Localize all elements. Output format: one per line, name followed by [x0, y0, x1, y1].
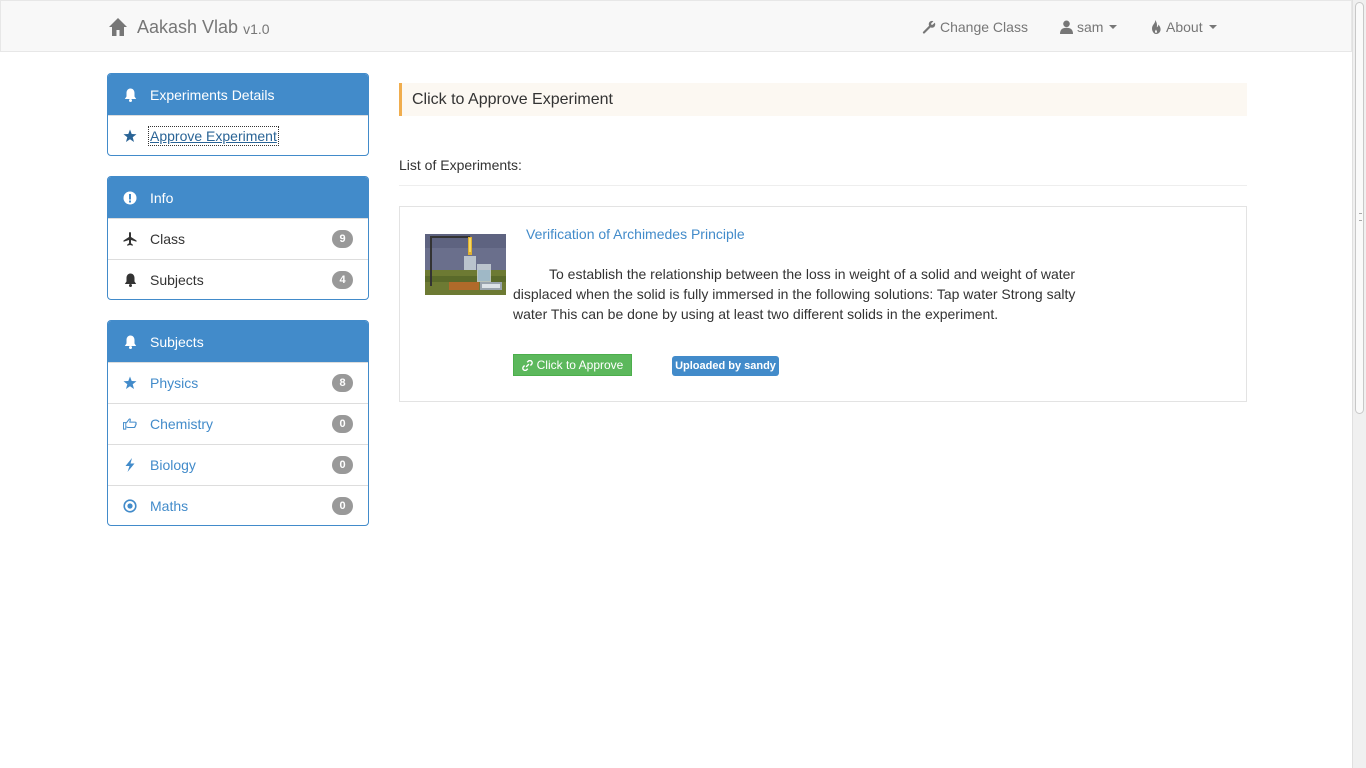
change-class-label: Change Class — [940, 19, 1028, 35]
experiment-card: Verification of Archimedes Principle To … — [399, 206, 1247, 402]
sidebar-item-label: Class — [150, 231, 186, 247]
count-badge: 0 — [332, 415, 353, 433]
about-label: About — [1166, 19, 1203, 35]
fire-icon — [1152, 20, 1161, 34]
brand-version: v1.0 — [243, 21, 270, 37]
bell-icon — [123, 273, 137, 287]
wrench-icon — [922, 20, 936, 34]
caret-down-icon — [1109, 25, 1118, 29]
experiment-description: To establish the relationship between th… — [513, 266, 1076, 322]
change-class-link[interactable]: Change Class — [922, 1, 1028, 53]
star-icon — [123, 376, 137, 390]
sidebar-item-biology[interactable]: Biology 0 — [108, 444, 368, 485]
page-alert: Click to Approve Experiment — [399, 83, 1247, 116]
info-panel: Info Class 9 Subjects 4 — [107, 176, 369, 300]
experiment-thumbnail — [425, 234, 506, 295]
link-icon — [521, 359, 533, 371]
panel-heading-label: Info — [150, 189, 174, 206]
approve-button-label: Click to Approve — [536, 358, 624, 372]
record-icon — [123, 499, 137, 513]
home-icon — [109, 18, 127, 36]
count-badge: 0 — [332, 456, 353, 474]
about-menu[interactable]: About — [1150, 1, 1217, 53]
count-badge: 0 — [332, 497, 353, 515]
navbar: Aakash Vlab v1.0 Change Class sam About — [0, 0, 1352, 52]
plane-icon — [123, 232, 137, 246]
count-badge: 9 — [332, 230, 353, 248]
sidebar-item-label: Maths — [150, 498, 189, 514]
panel-heading-label: Experiments Details — [150, 86, 275, 103]
sidebar-item-label: Biology — [150, 457, 196, 473]
caret-down-icon — [1208, 25, 1217, 29]
exclamation-sign-icon — [123, 191, 137, 205]
sidebar-item-class[interactable]: Class 9 — [108, 218, 368, 259]
sidebar-item-approve-experiment[interactable]: Approve Experiment — [108, 115, 368, 155]
sidebar-item-label: Subjects — [150, 272, 204, 288]
vertical-scrollbar[interactable] — [1352, 0, 1366, 768]
experiments-details-panel: Experiments Details Approve Experiment — [107, 73, 369, 156]
sidebar-item-physics[interactable]: Physics 8 — [108, 362, 368, 403]
hand-right-icon — [123, 417, 137, 431]
user-label: sam — [1077, 19, 1104, 35]
sidebar-item-maths[interactable]: Maths 0 — [108, 485, 368, 525]
count-badge: 8 — [332, 374, 353, 392]
experiment-title-link[interactable]: Verification of Archimedes Principle — [526, 226, 745, 242]
panel-heading-subjects: Subjects — [108, 321, 368, 362]
scrollbar-thumb[interactable] — [1355, 2, 1364, 414]
subjects-panel: Subjects Physics 8 Chemistry 0 Biology 0… — [107, 320, 369, 526]
bell-icon — [123, 88, 137, 102]
sidebar-item-chemistry[interactable]: Chemistry 0 — [108, 403, 368, 444]
sidebar-item-subjects[interactable]: Subjects 4 — [108, 259, 368, 299]
bell-icon — [123, 335, 137, 349]
list-title: List of Experiments: — [399, 157, 522, 173]
scrollbar-grip — [1359, 213, 1362, 221]
divider — [399, 185, 1247, 186]
uploaded-by-label: Uploaded by sandy — [672, 356, 779, 376]
sidebar-item-label: Approve Experiment — [148, 126, 279, 146]
brand-name: Aakash Vlab — [137, 16, 239, 37]
sidebar-item-label: Physics — [150, 375, 199, 391]
panel-heading-experiments: Experiments Details — [108, 74, 368, 115]
star-icon — [123, 129, 137, 143]
panel-heading-label: Subjects — [150, 333, 204, 350]
user-icon — [1060, 20, 1073, 34]
sidebar-item-label: Chemistry — [150, 416, 214, 432]
click-to-approve-button[interactable]: Click to Approve — [513, 354, 632, 376]
panel-heading-info: Info — [108, 177, 368, 218]
flash-icon — [123, 458, 137, 472]
user-menu[interactable]: sam — [1060, 1, 1118, 53]
brand-link[interactable]: Aakash Vlab v1.0 — [108, 15, 270, 39]
count-badge: 4 — [332, 271, 353, 289]
